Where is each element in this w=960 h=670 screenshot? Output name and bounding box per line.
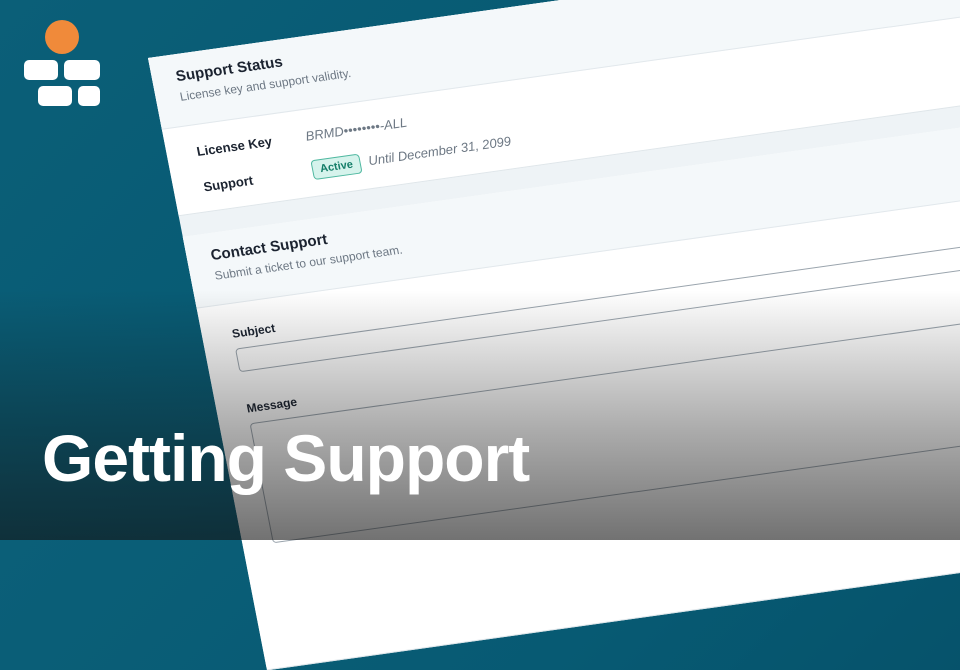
logo-dot bbox=[45, 20, 79, 54]
license-key-label: License Key bbox=[195, 133, 274, 160]
status-badge: Active bbox=[310, 153, 363, 181]
message-label: Message bbox=[245, 394, 299, 416]
support-until: Until December 31, 2099 bbox=[366, 133, 513, 169]
card-header: Support Status License key and support v… bbox=[148, 0, 960, 130]
settings-screen: Support Status License key and support v… bbox=[148, 0, 960, 670]
settings-panel: Support Status License key and support v… bbox=[148, 0, 960, 670]
subject-label: Subject bbox=[230, 321, 277, 341]
support-value: Active Until December 31, 2099 bbox=[310, 132, 513, 181]
headline: Getting Support bbox=[42, 421, 530, 495]
logo-brick bbox=[64, 60, 100, 80]
logo-brick bbox=[38, 86, 72, 106]
logo-brick bbox=[78, 86, 100, 106]
support-label: Support bbox=[202, 172, 255, 195]
logo-brick bbox=[24, 60, 58, 80]
brand-logo bbox=[24, 20, 104, 110]
license-key-value: BRMD••••••••-ALL bbox=[304, 114, 409, 144]
